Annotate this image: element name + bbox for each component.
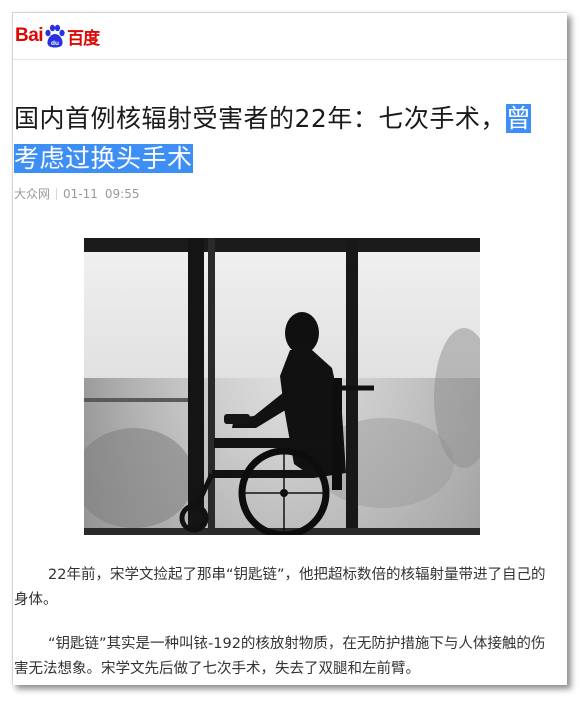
article-image[interactable] [84,238,480,535]
article-meta: 大众网 01-11 09:55 [14,185,139,202]
meta-divider [56,187,58,200]
article-paragraph: 22年前，宋学文捡起了那串“钥匙链”，他把超标数倍的核辐射量带进了自己的身体。 [14,567,546,608]
article-page: Bai du 百度 国内首例核辐射受害者的22年：七次手术，曾考虑过换头手术 大… [12,12,567,685]
logo-latin-text: Bai [15,25,44,46]
wheelchair-silhouette-image [84,238,480,535]
logo-chinese-text: 百度 [67,28,100,49]
article-paragraph: “钥匙链”其实是一种叫铱-192的核放射物质，在无防护措施下与人体接触的伤害无法… [14,636,546,677]
time-label: 09:55 [104,186,140,201]
baidu-logo[interactable]: Bai du 百度 [15,23,100,49]
date-label: 01-11 [63,186,98,201]
title-main: 国内首例核辐射受害者的22年：七次手术， [14,104,506,133]
logo-du-text: du [51,40,59,47]
paw-icon: du [45,24,65,48]
article-title: 国内首例核辐射受害者的22年：七次手术，曾考虑过换头手术 [14,99,554,179]
source-label[interactable]: 大众网 [14,185,50,202]
top-bar: Bai du 百度 [13,13,567,60]
